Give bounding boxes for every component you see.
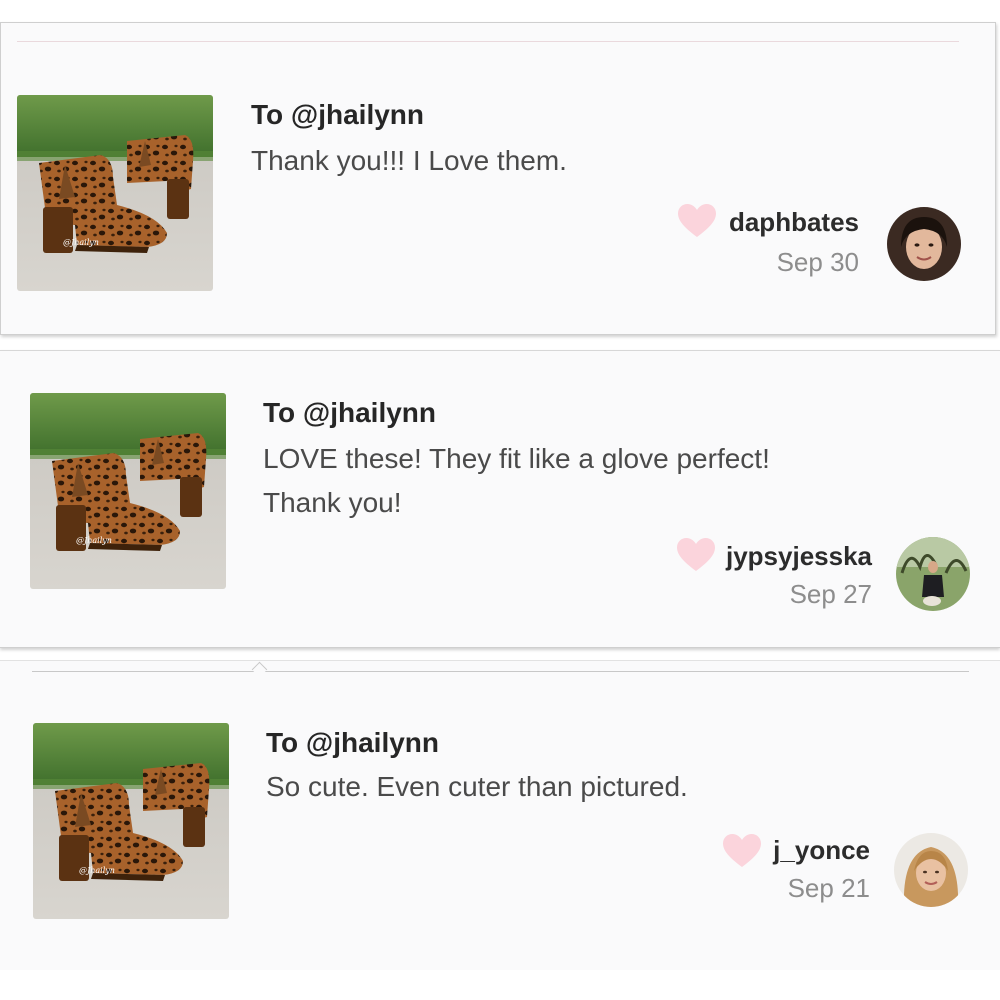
product-photo[interactable]: @Jhailyn [30, 393, 226, 589]
review-message: So cute. Even cuter than pictured. [266, 765, 906, 809]
review-date: Sep 27 [789, 579, 872, 609]
review-message-line: Thank you!!! I Love them. [251, 145, 567, 176]
divider [32, 671, 969, 672]
svg-text:@Jhailyn: @Jhailyn [63, 238, 99, 247]
username[interactable]: daphbates [729, 207, 859, 238]
review-card: @Jhailyn To @jhailynn LOVE these! They f… [0, 350, 1000, 648]
divider [17, 41, 959, 42]
username[interactable]: jypsyjesska [726, 541, 872, 572]
product-photo[interactable]: @Jhailyn [17, 95, 213, 291]
svg-text:@Jhailyn: @Jhailyn [79, 866, 115, 875]
svg-text:@Jhailyn: @Jhailyn [76, 536, 112, 545]
recipient-label: To @jhailynn [251, 99, 425, 130]
product-photo[interactable]: @Jhailyn [33, 723, 229, 919]
heart-icon[interactable] [676, 537, 716, 573]
review-message: Thank you!!! I Love them. [251, 139, 891, 183]
heart-icon[interactable] [677, 203, 717, 239]
avatar[interactable] [894, 833, 968, 907]
heart-icon[interactable] [722, 833, 762, 869]
review-message: LOVE these! They fit like a glove perfec… [263, 437, 903, 525]
review-message-line: Thank you! [263, 487, 402, 518]
review-message-line: So cute. Even cuter than pictured. [266, 771, 688, 802]
username[interactable]: j_yonce [773, 835, 870, 866]
caret-up-icon [251, 661, 268, 678]
recipient-label: To @jhailynn [266, 727, 440, 758]
review-card: @Jhailyn To @jhailynn Thank you!!! I Lov… [0, 22, 996, 335]
avatar[interactable] [887, 207, 961, 281]
review-date: Sep 30 [776, 247, 859, 277]
recipient-label: To @jhailynn [263, 397, 437, 428]
review-date: Sep 21 [787, 873, 870, 903]
review-card: @Jhailyn To @jhailynn So cute. Even cute… [0, 660, 1000, 970]
review-message-line: LOVE these! They fit like a glove perfec… [263, 443, 770, 474]
avatar[interactable] [896, 537, 970, 611]
